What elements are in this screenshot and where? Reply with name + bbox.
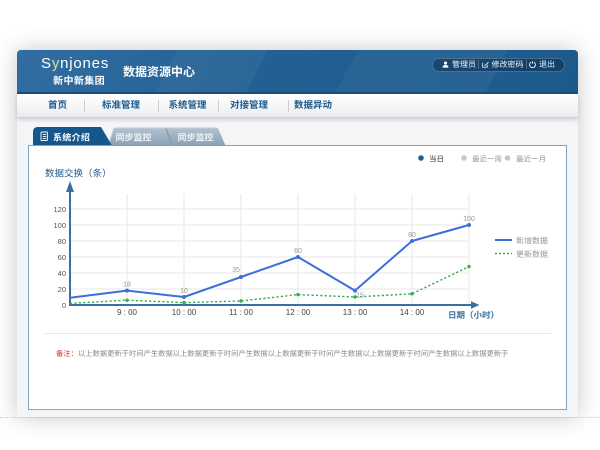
svg-text:80: 80 [58,237,66,246]
svg-text:新增数据: 新增数据 [516,235,548,246]
svg-text:15: 15 [356,292,364,299]
svg-text:更新数据: 更新数据 [516,249,548,260]
svg-text:同步监控: 同步监控 [116,130,152,143]
svg-text:10: 10 [180,288,188,295]
svg-text:20: 20 [58,285,66,294]
svg-text:12 : 00: 12 : 00 [286,308,311,317]
svg-text:35: 35 [232,267,240,274]
svg-text:9 : 00: 9 : 00 [117,308,138,317]
svg-text:80: 80 [408,232,416,239]
svg-text:40: 40 [58,269,66,278]
svg-text:当日: 当日 [429,153,444,164]
svg-text:14 : 00: 14 : 00 [400,308,425,317]
svg-text:11 : 00: 11 : 00 [229,308,253,317]
svg-text:120: 120 [53,205,66,214]
svg-text:60: 60 [58,253,66,262]
svg-text:数据交换（条）: 数据交换（条） [45,165,112,179]
svg-text:最近一周: 最近一周 [472,153,502,164]
svg-text:日期（小时）: 日期（小时） [448,309,499,321]
svg-text:100: 100 [53,221,66,230]
svg-text:0: 0 [62,301,66,310]
svg-text:同步监控: 同步监控 [178,130,214,143]
svg-text:最近一月: 最近一月 [516,153,546,164]
svg-text:100: 100 [463,216,475,223]
svg-text:10 : 00: 10 : 00 [172,308,197,317]
svg-text:18: 18 [123,281,131,288]
svg-text:60: 60 [294,248,302,255]
svg-text:13 : 00: 13 : 00 [343,308,368,317]
svg-text:系统介绍: 系统介绍 [53,130,90,143]
